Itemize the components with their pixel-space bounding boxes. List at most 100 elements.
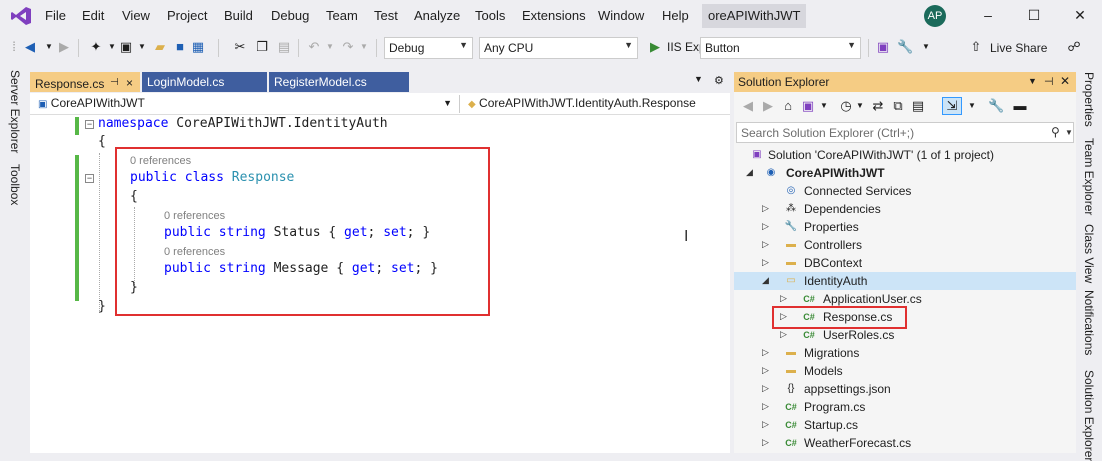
paste-icon[interactable]: ▤ xyxy=(276,39,292,55)
solution-configuration-dropdown[interactable]: Debug ▼ xyxy=(384,37,473,59)
collapse-icon[interactable]: − xyxy=(85,120,94,129)
toolbox-tab[interactable]: Toolbox xyxy=(8,164,22,205)
search-options-dropdown-icon[interactable]: ▼ xyxy=(1065,128,1073,137)
copy-icon[interactable]: ❐ xyxy=(254,39,270,55)
tree-item-identityauth[interactable]: ◢ ▭ IdentityAuth xyxy=(734,272,1076,290)
avatar[interactable]: AP xyxy=(924,5,946,27)
tab-registermodel-cs[interactable]: RegisterModel.cs xyxy=(269,72,409,92)
new-project-icon[interactable]: ✦ xyxy=(88,39,104,55)
solution-platform-dropdown[interactable]: Any CPU ▼ xyxy=(479,37,638,59)
open-folder-icon[interactable]: ▰ xyxy=(152,39,168,55)
close-tab-icon[interactable]: × xyxy=(126,76,133,90)
toolbar-overflow-icon[interactable]: ▼ xyxy=(918,39,934,55)
redo-dropdown-icon[interactable]: ▼ xyxy=(356,39,372,55)
solution-explorer-tab[interactable]: Solution Explorer xyxy=(1082,370,1096,461)
solution-explorer-search-input[interactable]: Search Solution Explorer (Ctrl+;) ⚲ ▼ xyxy=(736,122,1074,143)
menu-extensions[interactable]: Extensions xyxy=(522,8,586,23)
menu-view[interactable]: View xyxy=(122,8,150,23)
collapsed-arrow-icon[interactable]: ▷ xyxy=(762,347,769,358)
search-icon[interactable]: ⚲ xyxy=(1051,125,1060,139)
tree-item-properties[interactable]: ▷ 🔧 Properties xyxy=(734,218,1076,236)
show-all-files-icon[interactable]: ▤ xyxy=(910,98,926,114)
notifications-tab[interactable]: Notifications xyxy=(1082,290,1096,355)
properties-tab[interactable]: Properties xyxy=(1082,72,1096,127)
collapsed-arrow-icon[interactable]: ▷ xyxy=(762,437,769,448)
forward-icon[interactable]: ▶ xyxy=(760,98,776,114)
collapsed-arrow-icon[interactable]: ▷ xyxy=(762,365,769,376)
tools-wrench-icon[interactable]: 🔧 xyxy=(897,39,913,55)
sync-icon[interactable]: ⇄ xyxy=(870,98,886,114)
startup-item-dropdown[interactable]: Button ▼ xyxy=(700,37,861,59)
menu-tools[interactable]: Tools xyxy=(475,8,505,23)
tab-list-dropdown-icon[interactable]: ▼ xyxy=(694,74,703,84)
collapse-all-icon[interactable]: ⧉ xyxy=(890,98,906,114)
tree-item-solution[interactable]: ▣ Solution 'CoreAPIWithJWT' (1 of 1 proj… xyxy=(734,146,1076,164)
tree-item-appsettings-json[interactable]: ▷ {} appsettings.json xyxy=(734,380,1076,398)
visual-studio-logo-icon[interactable] xyxy=(10,6,32,26)
tree-item-connected-services[interactable]: ◎ Connected Services xyxy=(734,182,1076,200)
tree-item-startup-cs[interactable]: ▷ C# Startup.cs xyxy=(734,416,1076,434)
tree-item-models[interactable]: ▷ ▬ Models xyxy=(734,362,1076,380)
back-icon[interactable]: ◀ xyxy=(740,98,756,114)
live-share-button[interactable]: Live Share xyxy=(990,41,1047,55)
switch-views-icon[interactable]: ▣ xyxy=(800,98,816,114)
save-icon[interactable]: ■ xyxy=(172,39,188,55)
add-item-dropdown-icon[interactable]: ▼ xyxy=(134,39,150,55)
preview-icon[interactable]: ▬ xyxy=(1012,98,1028,114)
tab-response-cs[interactable]: Response.cs ⊣ × xyxy=(30,72,140,92)
collapse-icon[interactable]: − xyxy=(85,174,94,183)
back-dropdown-icon[interactable]: ▼ xyxy=(41,39,57,55)
tree-item-weatherforecast-cs[interactable]: ▷ C# WeatherForecast.cs xyxy=(734,434,1076,452)
pin-icon[interactable]: ⊣ xyxy=(110,77,119,88)
menu-team[interactable]: Team xyxy=(326,8,358,23)
browser-link-icon[interactable]: ▣ xyxy=(875,39,891,55)
menu-build[interactable]: Build xyxy=(224,8,253,23)
feedback-icon[interactable]: ☍ xyxy=(1066,39,1082,55)
tree-item-dependencies[interactable]: ▷ ⁂ Dependencies xyxy=(734,200,1076,218)
tab-loginmodel-cs[interactable]: LoginModel.cs xyxy=(142,72,267,92)
tree-item-controllers[interactable]: ▷ ▬ Controllers xyxy=(734,236,1076,254)
menu-project[interactable]: Project xyxy=(167,8,207,23)
back-icon[interactable]: ◀ xyxy=(22,39,38,55)
collapsed-arrow-icon[interactable]: ▷ xyxy=(762,383,769,394)
menu-window[interactable]: Window xyxy=(598,8,644,23)
undo-dropdown-icon[interactable]: ▼ xyxy=(322,39,338,55)
close-icon[interactable]: ✕ xyxy=(1060,74,1070,88)
switch-views-dropdown-icon[interactable]: ▼ xyxy=(816,98,832,114)
add-item-icon[interactable]: ▣ xyxy=(118,39,134,55)
maximize-icon[interactable]: ☐ xyxy=(1026,7,1042,23)
collapsed-arrow-icon[interactable]: ▷ xyxy=(780,293,787,304)
server-explorer-tab[interactable]: Server Explorer xyxy=(8,70,22,153)
home-icon[interactable]: ⌂ xyxy=(780,98,796,114)
settings-gear-icon[interactable]: ⚙ xyxy=(714,74,724,87)
expanded-arrow-icon[interactable]: ◢ xyxy=(746,167,753,178)
properties-wrench-icon[interactable]: 🔧 xyxy=(988,98,1004,114)
run-icon[interactable]: ▶ xyxy=(647,39,663,55)
collapsed-arrow-icon[interactable]: ▷ xyxy=(762,221,769,232)
code-editor[interactable]: − − namespace CoreAPIWithJWT.IdentityAut… xyxy=(30,115,730,453)
live-share-icon[interactable]: ⇧ xyxy=(968,39,984,55)
tree-item-project[interactable]: ◢ ◉ CoreAPIWithJWT xyxy=(734,164,1076,182)
expanded-arrow-icon[interactable]: ◢ xyxy=(762,275,769,286)
undo-icon[interactable]: ↶ xyxy=(306,39,322,55)
menu-help[interactable]: Help xyxy=(662,8,689,23)
collapsed-arrow-icon[interactable]: ▷ xyxy=(780,329,787,340)
collapsed-arrow-icon[interactable]: ▷ xyxy=(762,419,769,430)
collapsed-arrow-icon[interactable]: ▷ xyxy=(762,203,769,214)
tree-item-dbcontext[interactable]: ▷ ▬ DBContext xyxy=(734,254,1076,272)
menu-edit[interactable]: Edit xyxy=(82,8,104,23)
pin-icon[interactable]: ⊣ xyxy=(1044,75,1054,88)
panel-menu-icon[interactable]: ▼ xyxy=(1028,76,1037,86)
pending-changes-dropdown-icon[interactable]: ▼ xyxy=(852,98,868,114)
collapsed-arrow-icon[interactable]: ▷ xyxy=(762,239,769,250)
tree-item-migrations[interactable]: ▷ ▬ Migrations xyxy=(734,344,1076,362)
collapsed-arrow-icon[interactable]: ▷ xyxy=(762,257,769,268)
type-navigation-dropdown[interactable]: ◆ CoreAPIWithJWT.IdentityAuth.Response xyxy=(464,95,730,113)
menu-test[interactable]: Test xyxy=(374,8,398,23)
menu-analyze[interactable]: Analyze xyxy=(414,8,460,23)
track-active-item-icon[interactable]: ⇲ xyxy=(942,97,962,115)
team-explorer-tab[interactable]: Team Explorer xyxy=(1082,138,1096,215)
project-navigation-dropdown[interactable]: ▣ CoreAPIWithJWT ▼ xyxy=(34,95,456,113)
collapsed-arrow-icon[interactable]: ▷ xyxy=(762,401,769,412)
redo-icon[interactable]: ↷ xyxy=(340,39,356,55)
